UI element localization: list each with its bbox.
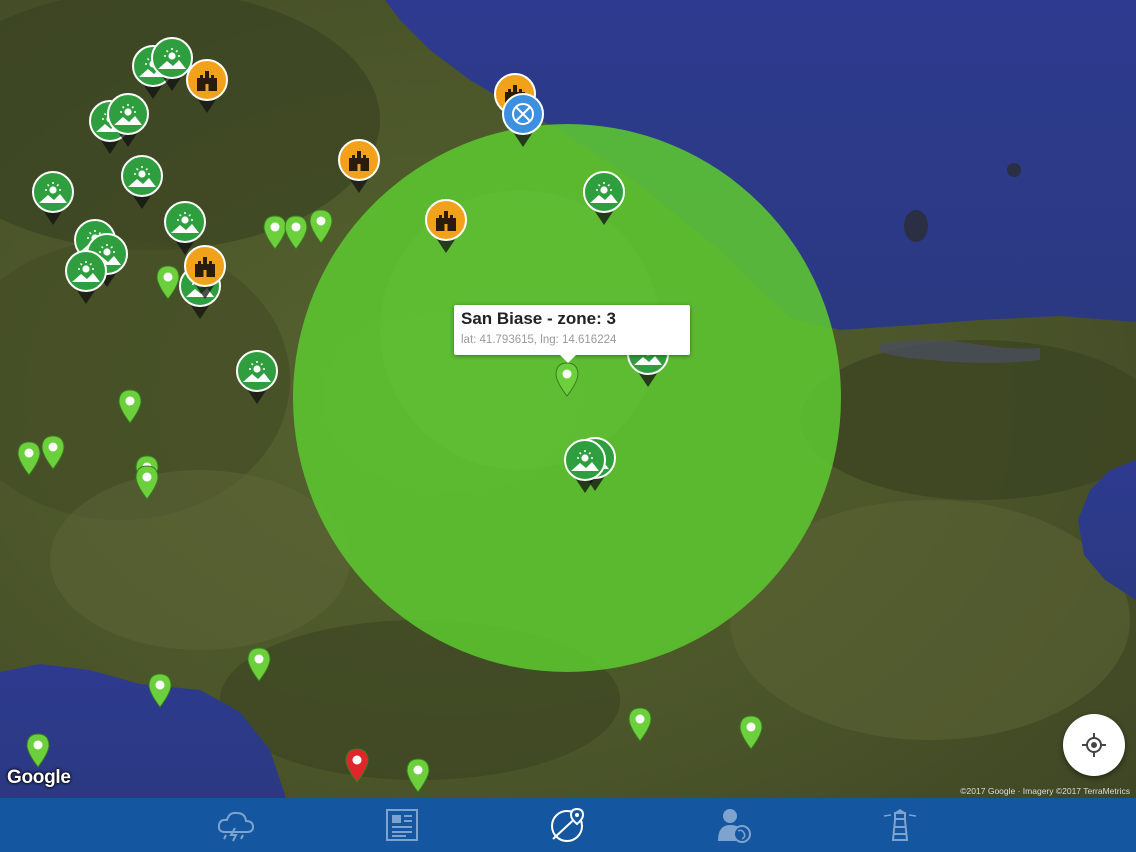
tab-map[interactable] [485,798,651,852]
tab-weather[interactable] [153,798,319,852]
location-pin[interactable] [134,464,160,505]
castle-marker[interactable] [182,244,228,305]
tab-lighthouse[interactable] [817,798,983,852]
info-window-coordinates: lat: 41.793615, lng: 14.616224 [461,334,617,346]
location-pin[interactable] [40,434,66,475]
location-pin[interactable] [16,440,42,481]
location-pin[interactable] [405,757,431,798]
my-location-button[interactable] [1063,714,1125,776]
drone-marker[interactable] [500,92,546,153]
weather-marker[interactable] [119,154,165,215]
weather-marker[interactable] [30,170,76,231]
castle-marker[interactable] [423,198,469,259]
tab-bar [0,798,1136,852]
castle-marker[interactable] [336,138,382,199]
map-pin-compass-icon [551,807,585,842]
google-logo: Google [7,767,71,788]
map-view[interactable]: San Biase - zone: 3 lat: 41.793615, lng:… [0,0,1136,798]
location-pin[interactable] [246,646,272,687]
location-pin[interactable] [283,214,309,255]
location-pin[interactable] [554,361,580,402]
map-attribution: ©2017 Google · Imagery ©2017 TerraMetric… [960,786,1130,796]
info-window[interactable]: San Biase - zone: 3 lat: 41.793615, lng:… [454,305,690,363]
weather-marker[interactable] [105,92,151,153]
location-pin[interactable] [155,264,181,305]
weather-marker[interactable] [234,349,280,410]
location-pin[interactable] [117,388,143,429]
location-pin[interactable] [308,208,334,249]
tab-news[interactable] [319,798,485,852]
weather-marker[interactable] [63,249,109,310]
weather-marker[interactable] [562,438,608,499]
crosshair-icon [1082,733,1106,757]
newspaper-icon [386,809,418,841]
location-pin[interactable] [738,714,764,755]
tab-profile[interactable] [651,798,817,852]
location-pin[interactable] [627,706,653,747]
app: San Biase - zone: 3 lat: 41.793615, lng:… [0,0,1136,852]
lighthouse-icon [883,809,917,841]
info-window-title: San Biase - zone: 3 [461,309,616,328]
castle-marker[interactable] [184,58,230,119]
location-pin[interactable] [147,672,173,713]
alert-pin[interactable] [344,747,370,788]
weather-storm-icon [217,811,255,842]
weather-marker[interactable] [581,170,627,231]
user-globe-icon [718,809,751,843]
